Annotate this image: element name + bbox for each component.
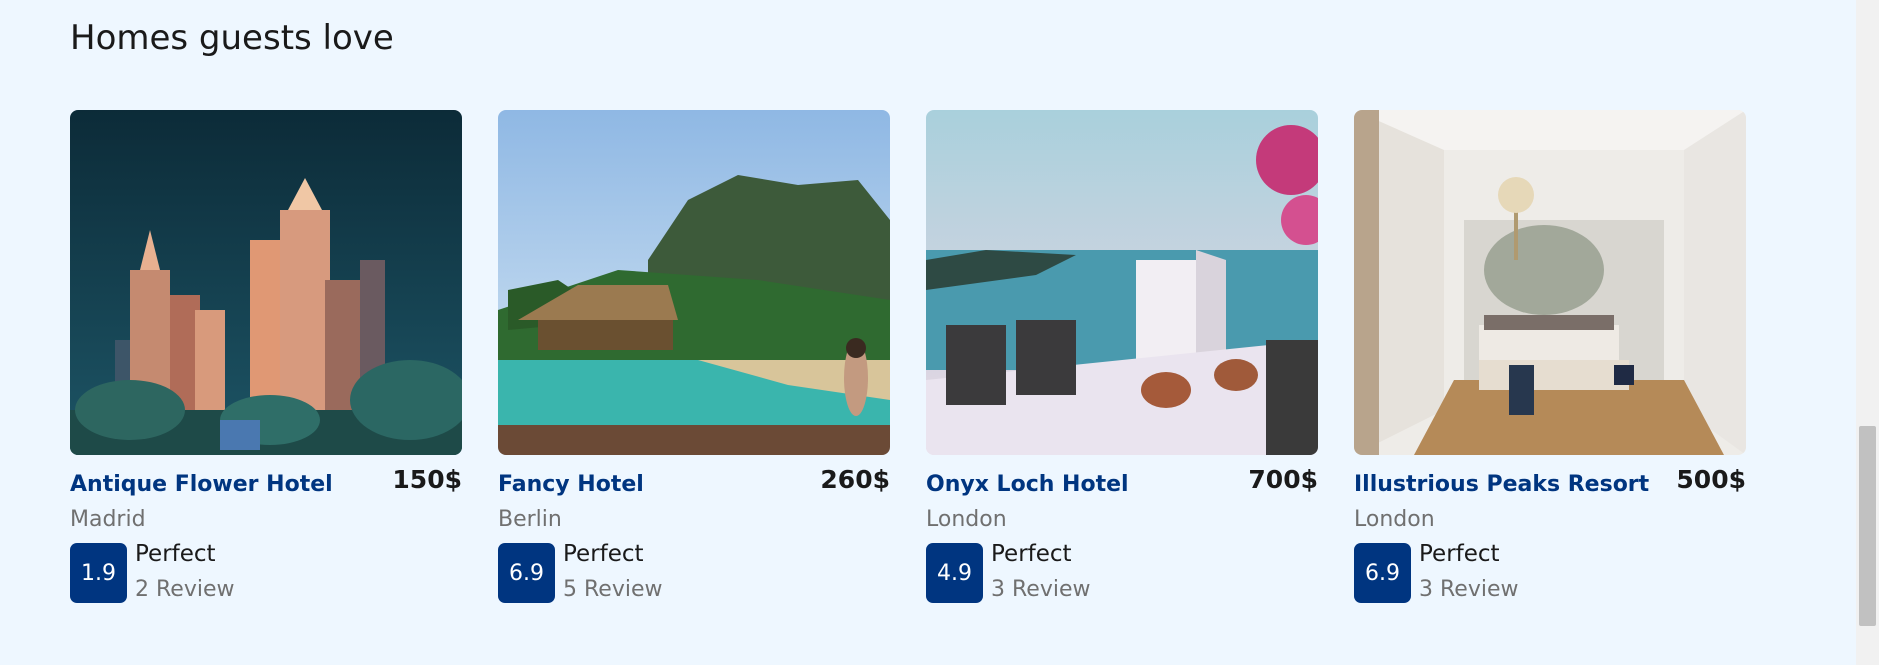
vertical-scrollbar[interactable]: [1856, 0, 1879, 665]
hotel-price: 260$: [820, 465, 890, 494]
hotel-city: Madrid: [70, 507, 146, 532]
hotel-photo[interactable]: [926, 110, 1318, 455]
hotel-photo[interactable]: [498, 110, 890, 455]
hotel-card[interactable]: Fancy Hotel 260$ Berlin 6.9 Perfect 5 Re…: [498, 110, 890, 603]
hotel-photo[interactable]: [1354, 110, 1746, 455]
rating-row: 6.9 Perfect 3 Review: [1354, 541, 1746, 603]
review-count: 2 Review: [135, 577, 235, 602]
rating-row: 4.9 Perfect 3 Review: [926, 541, 1318, 603]
review-count: 3 Review: [991, 577, 1091, 602]
city-skyline-image: [70, 110, 462, 455]
hotel-card[interactable]: Antique Flower Hotel 150$ Madrid 1.9 Per…: [70, 110, 462, 603]
scrollbar-thumb[interactable]: [1859, 426, 1876, 626]
hotel-card[interactable]: Illustrious Peaks Resort 500$ London 6.9…: [1354, 110, 1746, 603]
hotel-city: Berlin: [498, 507, 562, 532]
sea-view-terrace-image: [926, 110, 1318, 455]
review-count: 3 Review: [1419, 577, 1519, 602]
hotel-name-link[interactable]: Antique Flower Hotel: [70, 471, 333, 499]
hotel-city: London: [1354, 507, 1435, 532]
hotel-photo[interactable]: [70, 110, 462, 455]
rating-word: Perfect: [563, 541, 644, 567]
rating-row: 1.9 Perfect 2 Review: [70, 541, 462, 603]
hotel-card-list: Antique Flower Hotel 150$ Madrid 1.9 Per…: [70, 110, 1746, 603]
score-badge: 6.9: [1354, 543, 1411, 603]
hotel-name-link[interactable]: Onyx Loch Hotel: [926, 471, 1129, 499]
hotel-price: 500$: [1676, 465, 1746, 494]
rating-row: 6.9 Perfect 5 Review: [498, 541, 890, 603]
score-badge: 1.9: [70, 543, 127, 603]
review-count: 5 Review: [563, 577, 663, 602]
rating-word: Perfect: [991, 541, 1072, 567]
section-title: Homes guests love: [70, 18, 394, 58]
rating-word: Perfect: [135, 541, 216, 567]
hotel-city: London: [926, 507, 1007, 532]
luxury-bedroom-image: [1354, 110, 1746, 455]
tropical-pool-image: [498, 110, 890, 455]
hotel-name-link[interactable]: Illustrious Peaks Resort: [1354, 471, 1649, 499]
hotel-price: 700$: [1248, 465, 1318, 494]
hotel-price: 150$: [392, 465, 462, 494]
score-badge: 4.9: [926, 543, 983, 603]
homes-guests-love-page: Homes guests love Antique Flower Hotel 1…: [0, 0, 1879, 665]
score-badge: 6.9: [498, 543, 555, 603]
rating-word: Perfect: [1419, 541, 1500, 567]
hotel-card[interactable]: Onyx Loch Hotel 700$ London 4.9 Perfect …: [926, 110, 1318, 603]
hotel-name-link[interactable]: Fancy Hotel: [498, 471, 644, 499]
